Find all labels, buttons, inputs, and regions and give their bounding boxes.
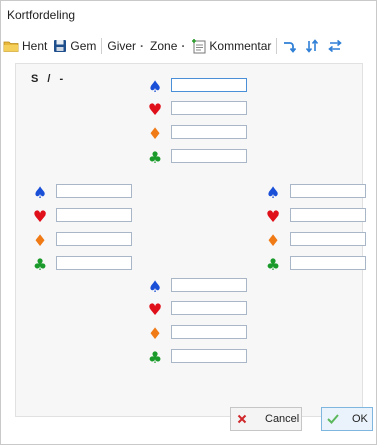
- south-clubs-input[interactable]: [171, 349, 247, 363]
- diamond-icon: ♦: [147, 324, 163, 343]
- toolbar-separator: [101, 38, 103, 54]
- floppy-disk-icon: [54, 40, 67, 52]
- save-button[interactable]: Gem: [50, 35, 99, 57]
- heart-icon: ♥: [265, 207, 281, 226]
- window-title: Kortfordeling: [7, 8, 76, 22]
- toolbar-separator: [276, 38, 278, 54]
- dealer-zone-label: S / -: [31, 73, 67, 85]
- zone-dropdown-label: Zone: [150, 39, 178, 53]
- dealer-dropdown-label: Giver: [107, 39, 137, 53]
- folder-icon: [3, 41, 19, 52]
- rotate-button[interactable]: [279, 35, 302, 57]
- ok-button-label: OK: [352, 413, 368, 425]
- diamond-icon: ♦: [147, 124, 163, 143]
- north-clubs-input[interactable]: [171, 149, 247, 163]
- diamond-icon: ♦: [265, 231, 281, 250]
- diamond-icon: ♦: [32, 231, 48, 250]
- save-button-label: Gem: [70, 39, 97, 53]
- north-spades-input[interactable]: [171, 78, 247, 92]
- dealer-dropdown[interactable]: Giver: [104, 35, 147, 57]
- club-icon: ♣: [147, 348, 163, 367]
- ok-button[interactable]: OK: [321, 407, 373, 431]
- comment-button-label: Kommentar: [209, 39, 272, 53]
- heart-icon: ♥: [32, 207, 48, 226]
- zone-dropdown[interactable]: Zone: [147, 35, 188, 57]
- sort-arrows-icon: [306, 39, 319, 53]
- toolbar: Hent Gem Giver Zone Kommentar: [0, 34, 375, 58]
- club-icon: ♣: [265, 255, 281, 274]
- south-diamonds-input[interactable]: [171, 325, 247, 339]
- cancel-button-label: Cancel: [265, 413, 300, 425]
- heart-icon: ♥: [147, 300, 163, 319]
- load-button-label: Hent: [22, 39, 48, 53]
- north-diamonds-input[interactable]: [171, 125, 247, 139]
- south-spades-input[interactable]: [171, 278, 247, 292]
- club-icon: ♣: [32, 255, 48, 274]
- east-hearts-input[interactable]: [290, 208, 366, 222]
- sort-button[interactable]: [302, 35, 325, 57]
- west-spades-input[interactable]: [56, 184, 132, 198]
- load-button[interactable]: Hent: [0, 35, 50, 57]
- west-diamonds-input[interactable]: [56, 232, 132, 246]
- add-comment-icon: [192, 39, 206, 54]
- west-hearts-input[interactable]: [56, 208, 132, 222]
- east-diamonds-input[interactable]: [290, 232, 366, 246]
- spade-icon: ♠: [32, 183, 48, 202]
- south-hearts-input[interactable]: [171, 301, 247, 315]
- close-icon: [237, 414, 247, 424]
- comment-button[interactable]: Kommentar: [188, 35, 274, 57]
- spade-icon: ♠: [265, 183, 281, 202]
- north-hearts-input[interactable]: [171, 101, 247, 115]
- checkmark-icon: [327, 414, 339, 424]
- swap-button[interactable]: [325, 35, 348, 57]
- cancel-button[interactable]: Cancel: [230, 407, 302, 431]
- west-clubs-input[interactable]: [56, 256, 132, 270]
- east-spades-input[interactable]: [290, 184, 366, 198]
- swap-arrows-icon: [328, 39, 343, 53]
- east-clubs-input[interactable]: [290, 256, 366, 270]
- rotate-arrow-icon: [284, 42, 297, 53]
- club-icon: ♣: [147, 148, 163, 167]
- heart-icon: ♥: [147, 100, 163, 119]
- spade-icon: ♠: [147, 77, 163, 96]
- spade-icon: ♠: [147, 277, 163, 296]
